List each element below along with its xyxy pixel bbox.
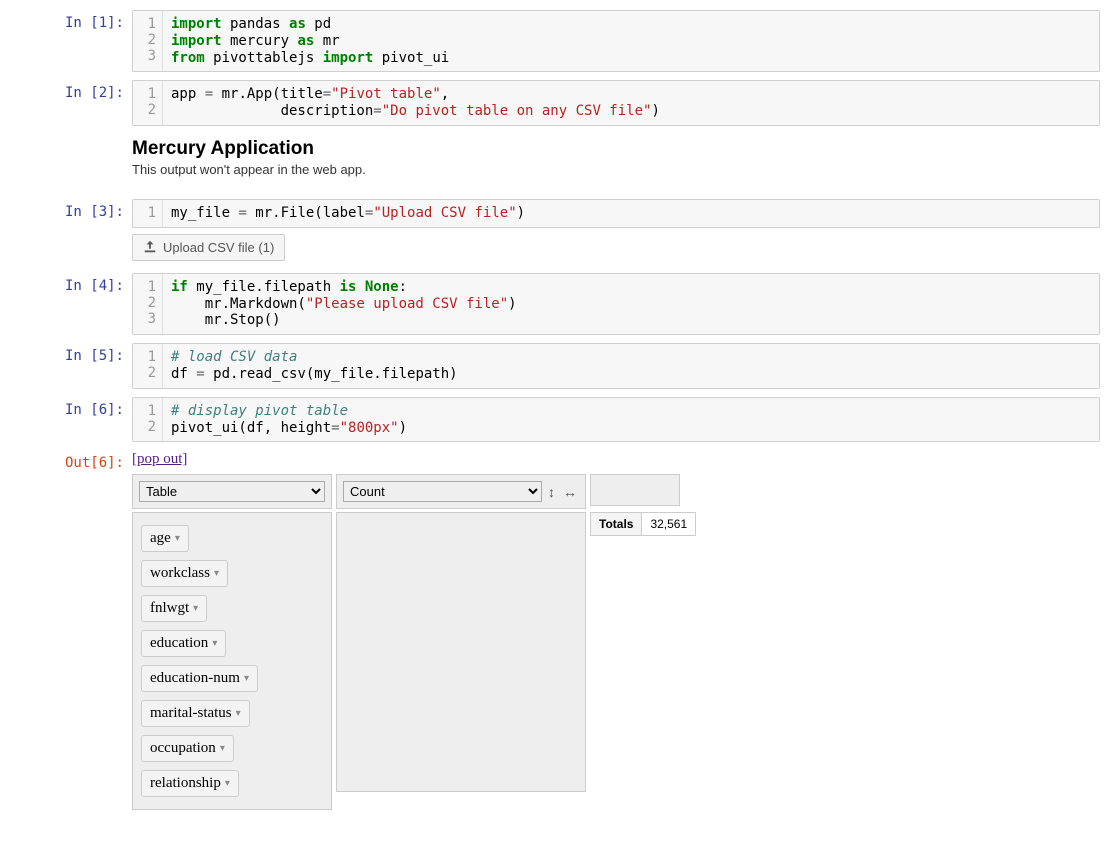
out-prompt-6: Out[6]:: [12, 450, 132, 814]
upload-label: Upload CSV file (1): [163, 240, 274, 255]
sort-rows-icon[interactable]: ↕: [546, 484, 557, 500]
cell-1: In [1]: 123 import pandas as pd import m…: [12, 10, 1100, 72]
field-pill-age[interactable]: age ▾: [141, 525, 189, 552]
field-pill-occupation[interactable]: occupation ▾: [141, 735, 234, 762]
code-text: # load CSV data df = pd.read_csv(my_file…: [163, 344, 1099, 388]
renderer-select-cell: Table: [132, 474, 332, 509]
dropdown-triangle-icon[interactable]: ▾: [175, 533, 180, 544]
dropdown-triangle-icon[interactable]: ▾: [244, 673, 249, 684]
output-3: Upload CSV file (1): [132, 228, 1100, 265]
field-pill-workclass[interactable]: workclass ▾: [141, 560, 228, 587]
dropdown-triangle-icon[interactable]: ▾: [236, 708, 241, 719]
in-prompt-5: In [5]:: [12, 343, 132, 389]
line-gutter: 123: [133, 11, 163, 71]
mercury-subtext: This output won't appear in the web app.: [132, 162, 1100, 177]
in-prompt-4: In [4]:: [12, 273, 132, 335]
totals-value: 32,561: [642, 513, 696, 536]
code-text: my_file = mr.File(label="Upload CSV file…: [163, 200, 1099, 227]
cell-out-6: Out[6]: [pop out] Table: [12, 450, 1100, 814]
field-label: fnlwgt: [150, 600, 189, 617]
field-pill-fnlwgt[interactable]: fnlwgt ▾: [141, 595, 207, 622]
totals-table: Totals 32,561: [590, 512, 696, 536]
in-prompt-2: In [2]:: [12, 80, 132, 191]
pivot-table-ui: Table Count ↕ ↔: [132, 474, 1100, 810]
code-text: import pandas as pd import mercury as mr…: [163, 11, 1099, 71]
dropdown-triangle-icon[interactable]: ▾: [220, 743, 225, 754]
field-label: workclass: [150, 565, 210, 582]
code-input-6[interactable]: 12 # display pivot table pivot_ui(df, he…: [132, 397, 1100, 443]
upload-button[interactable]: Upload CSV file (1): [132, 234, 285, 261]
in-prompt-1: In [1]:: [12, 10, 132, 72]
line-gutter: 12: [133, 344, 163, 388]
field-pill-marital-status[interactable]: marital-status ▾: [141, 700, 250, 727]
row-drop-zone[interactable]: [336, 512, 586, 792]
code-text: if my_file.filepath is None: mr.Markdown…: [163, 274, 1099, 334]
line-gutter: 12: [133, 398, 163, 442]
unused-fields-zone[interactable]: age▾workclass▾fnlwgt▾education▾education…: [132, 512, 332, 810]
code-input-2[interactable]: 12 app = mr.App(title="Pivot table", des…: [132, 80, 1100, 126]
field-pill-relationship[interactable]: relationship ▾: [141, 770, 239, 797]
in-prompt-6: In [6]:: [12, 397, 132, 443]
aggregator-select[interactable]: Count: [343, 481, 542, 502]
aggregator-cell: Count ↕ ↔: [336, 474, 586, 509]
totals-header: Totals: [591, 513, 642, 536]
mercury-heading: Mercury Application: [132, 138, 1100, 160]
dropdown-triangle-icon[interactable]: ▾: [193, 603, 198, 614]
in-prompt-3: In [3]:: [12, 199, 132, 265]
renderer-select[interactable]: Table: [139, 481, 325, 502]
cell-3: In [3]: 1 my_file = mr.File(label="Uploa…: [12, 199, 1100, 265]
notebook: In [1]: 123 import pandas as pd import m…: [0, 0, 1112, 832]
field-label: relationship: [150, 775, 221, 792]
popout-link[interactable]: [pop out]: [132, 451, 187, 467]
code-input-4[interactable]: 123 if my_file.filepath is None: mr.Mark…: [132, 273, 1100, 335]
field-label: occupation: [150, 740, 216, 757]
sort-cols-icon[interactable]: ↔: [561, 484, 579, 500]
code-input-3[interactable]: 1 my_file = mr.File(label="Upload CSV fi…: [132, 199, 1100, 228]
col-drop-zone[interactable]: [590, 474, 680, 506]
upload-icon: [143, 240, 157, 254]
pivot-result: Totals 32,561: [590, 512, 696, 536]
cell-2: In [2]: 12 app = mr.App(title="Pivot tab…: [12, 80, 1100, 191]
line-gutter: 1: [133, 200, 163, 227]
field-label: age: [150, 530, 171, 547]
field-label: education: [150, 635, 208, 652]
cell-6: In [6]: 12 # display pivot table pivot_u…: [12, 397, 1100, 443]
field-pill-education[interactable]: education ▾: [141, 630, 226, 657]
dropdown-triangle-icon[interactable]: ▾: [214, 568, 219, 579]
output-6: [pop out] Table Count: [132, 450, 1100, 814]
output-2: Mercury Application This output won't ap…: [132, 126, 1100, 191]
code-text: app = mr.App(title="Pivot table", descri…: [163, 81, 1099, 125]
cell-4: In [4]: 123 if my_file.filepath is None:…: [12, 273, 1100, 335]
dropdown-triangle-icon[interactable]: ▾: [225, 778, 230, 789]
cell-5: In [5]: 12 # load CSV data df = pd.read_…: [12, 343, 1100, 389]
field-label: education-num: [150, 670, 240, 687]
field-label: marital-status: [150, 705, 232, 722]
line-gutter: 12: [133, 81, 163, 125]
code-input-5[interactable]: 12 # load CSV data df = pd.read_csv(my_f…: [132, 343, 1100, 389]
field-pill-education-num[interactable]: education-num ▾: [141, 665, 258, 692]
dropdown-triangle-icon[interactable]: ▾: [212, 638, 217, 649]
code-text: # display pivot table pivot_ui(df, heigh…: [163, 398, 1099, 442]
code-input-1[interactable]: 123 import pandas as pd import mercury a…: [132, 10, 1100, 72]
line-gutter: 123: [133, 274, 163, 334]
